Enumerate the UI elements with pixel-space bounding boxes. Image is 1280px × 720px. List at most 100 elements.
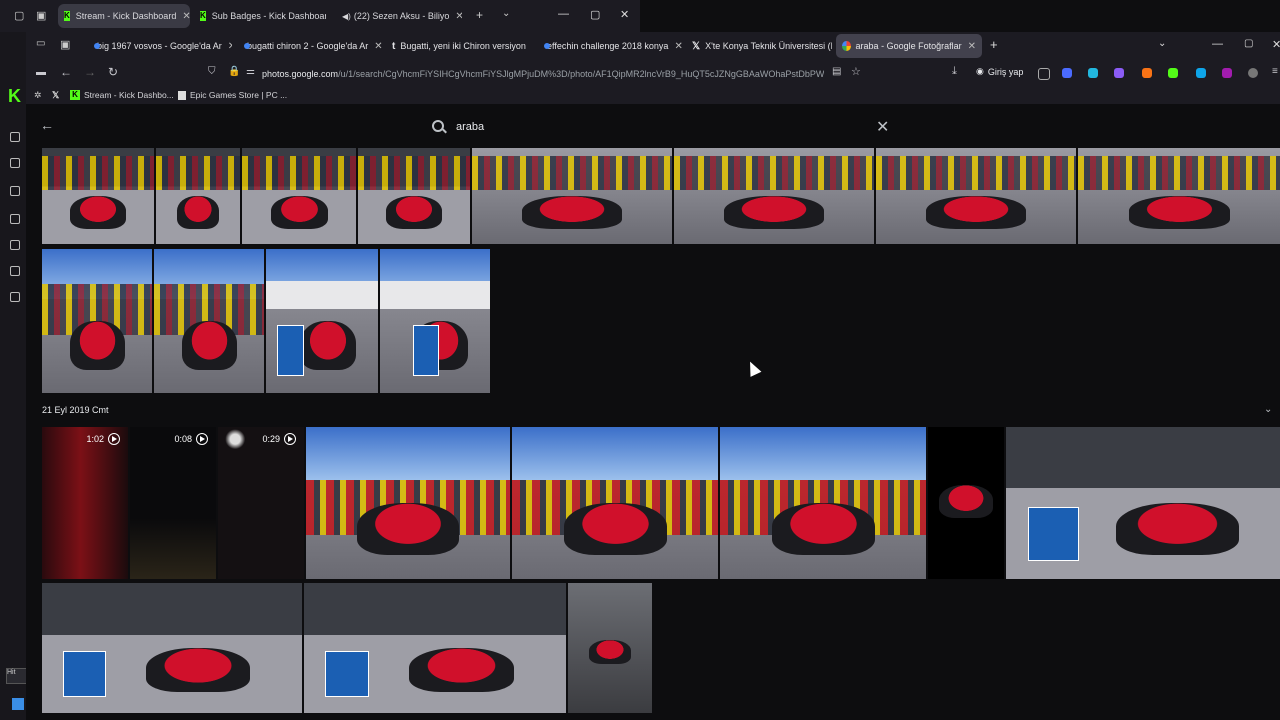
bg-tab-stream-kick[interactable]: K Stream - Kick Dashboard ✕ [58,4,190,28]
extension-icon[interactable] [1196,68,1206,78]
photo-thumbnail[interactable] [242,148,356,244]
chevron-down-icon[interactable]: ⌄ [1158,38,1166,49]
bg-tab-sub-badges[interactable]: K Sub Badges - Kick Dashboar ✕ [194,4,326,28]
reload-icon[interactable]: ↻ [108,65,118,79]
background-sidebar: K [0,32,26,720]
sidebar-icon[interactable]: ▬ [36,67,46,78]
close-icon[interactable]: ✕ [176,11,190,22]
search-icon[interactable] [432,120,444,132]
clear-search-icon[interactable]: ✕ [876,117,889,137]
minimize-icon[interactable]: — [1212,38,1223,50]
account-icon: ◉ [976,66,984,76]
close-window-icon[interactable]: ✕ [1272,38,1280,51]
photo-thumbnail[interactable] [1078,148,1280,244]
photo-thumbnail[interactable] [1006,427,1280,579]
tab-bugatti-news[interactable]: t Bugatti, yeni iki Chiron versiyon ✕ [386,34,532,58]
photo-thumbnail[interactable] [42,583,302,713]
chevron-down-icon[interactable]: ⌄ [1264,404,1272,415]
photo-thumbnail[interactable] [304,583,566,713]
video-thumbnail[interactable]: 1:02 [42,427,128,579]
extension-icon[interactable] [1248,68,1258,78]
extension-icon[interactable] [1038,68,1050,80]
photo-thumbnail[interactable] [42,249,152,393]
bookmark-stream-kick[interactable]: K Stream - Kick Dashbo... [70,90,174,100]
tab-google-photos[interactable]: araba - Google Fotoğraflar ✕ [836,34,982,58]
photo-thumbnail[interactable] [876,148,1076,244]
x-logo-icon[interactable]: 𝕏 [52,90,59,101]
close-icon[interactable]: ✕ [449,11,462,22]
photo-thumbnail[interactable] [720,427,926,579]
close-icon[interactable]: ✕ [526,41,533,52]
extension-icon[interactable] [1222,68,1232,78]
extension-icon[interactable] [1062,68,1072,78]
close-icon[interactable]: ✕ [368,41,382,52]
sign-in-button[interactable]: ◉ Giriş yap [976,66,1023,77]
minimize-icon[interactable]: — [558,8,569,20]
photo-thumbnail[interactable] [674,148,874,244]
tab-effechin[interactable]: effechin challenge 2018 konya ✕ [536,34,684,58]
close-window-icon[interactable]: ✕ [620,8,629,21]
photo-thumbnail[interactable] [380,249,490,393]
video-duration: 1:02 [86,434,104,444]
new-tab-plus-icon[interactable]: + [990,37,998,52]
extension-icon[interactable] [1142,68,1152,78]
photo-thumbnail[interactable] [266,249,378,393]
sidebar-icon[interactable] [10,132,20,142]
video-thumbnail[interactable]: 0:29 [218,427,304,579]
tab-label: bugatti chiron 2 - Google'da Ar [247,41,369,51]
photo-thumbnail[interactable] [154,249,264,393]
maximize-icon[interactable]: ▢ [590,8,600,21]
tab-label: X'te Konya Teknik Üniversitesi (K [705,41,832,51]
maximize-icon[interactable]: ▢ [1244,38,1253,49]
reader-view-icon[interactable]: ▤ [832,66,841,77]
video-thumbnail[interactable]: 0:08 [130,427,216,579]
sidebar-icon[interactable] [10,214,20,224]
new-tab-plus-icon[interactable]: + [476,8,483,22]
bookmark-epic-games[interactable]: Epic Games Store | PC ... [178,90,287,100]
photo-thumbnail[interactable] [512,427,718,579]
url-host: photos.google.com [262,69,339,79]
sidebar-toggle-icon[interactable]: ▭ [36,38,45,49]
photo-thumbnail[interactable] [156,148,240,244]
kick-icon: K [64,11,70,21]
tab-label: Bugatti, yeni iki Chiron versiyon [400,41,526,51]
back-icon[interactable]: ← [60,65,72,79]
search-input[interactable] [456,118,856,136]
tab-groups-icon[interactable]: ▣ [36,9,46,22]
photo-thumbnail[interactable] [472,148,672,244]
photo-thumbnail[interactable] [928,427,1004,579]
tab-bugatti-chiron[interactable]: bugatti chiron 2 - Google'da Ar ✕ [236,34,384,58]
download-icon[interactable]: ⤓ [952,65,957,78]
close-icon[interactable]: ✕ [668,41,682,52]
extension-icon[interactable] [1168,68,1178,78]
url-bar[interactable]: photos.google.com /u/1/search/CgVhcmFiYS… [204,64,824,84]
tab-view-icon[interactable]: ▣ [60,38,70,51]
tab-label: Stream - Kick Dashboard [75,11,177,21]
trophy-icon[interactable] [10,186,20,196]
bookmark-star-icon[interactable]: ☆ [851,65,861,78]
extension-icon[interactable] [1114,68,1124,78]
x-logo-icon: 𝕏 [692,40,701,52]
sidebar-icon[interactable] [10,240,20,250]
google-photos-icon [842,41,851,51]
menu-icon[interactable]: ≡ [1272,66,1278,77]
tab-vosvos[interactable]: big 1967 vosvos - Google'da Ar ✕ [86,34,232,58]
photo-thumbnail[interactable] [42,148,154,244]
bookmark-icon[interactable]: ✲ [34,90,42,101]
sidebar-icon[interactable] [10,158,20,168]
chevron-down-icon[interactable]: ⌄ [502,8,510,19]
back-arrow-icon[interactable]: ← [40,117,54,133]
tab-x-konya[interactable]: 𝕏 X'te Konya Teknik Üniversitesi (K ✕ [686,34,832,58]
windows-logo-icon[interactable] [12,698,24,710]
gear-icon[interactable] [10,292,20,302]
photo-thumbnail[interactable] [306,427,510,579]
sidebar-icon[interactable] [10,266,20,276]
tab-list-icon[interactable]: ▢ [14,9,24,22]
bg-tab-youtube[interactable]: ◀) (22) Sezen Aksu - Biliyo ✕ [332,4,462,28]
close-icon[interactable]: ✕ [962,41,976,52]
photo-thumbnail[interactable] [358,148,470,244]
extension-icon[interactable] [1088,68,1098,78]
forward-icon[interactable]: → [84,65,96,79]
photo-thumbnail[interactable] [568,583,652,713]
close-icon[interactable]: ✕ [222,41,232,52]
